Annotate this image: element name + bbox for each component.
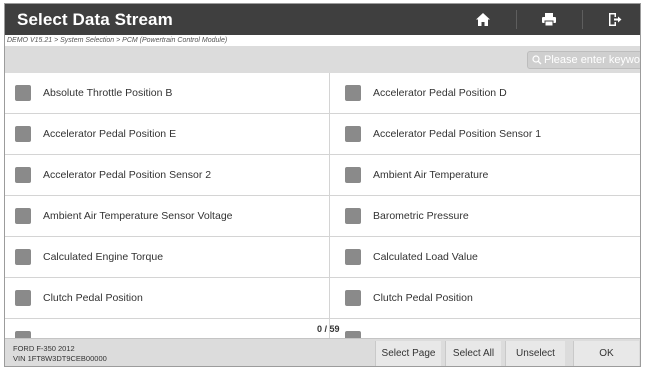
checkbox[interactable] <box>345 331 361 338</box>
checkbox[interactable] <box>15 331 31 338</box>
checkbox[interactable] <box>345 249 361 265</box>
item-label: Ambient Air Temperature Sensor Voltage <box>43 210 233 222</box>
item-label: Accelerator Pedal Position Sensor 2 <box>43 169 212 181</box>
data-stream-list: Absolute Throttle Position B Accelerator… <box>5 73 640 338</box>
bottom-bar: FORD F-350 2012 VIN 1FT8W3DT9CEB00000 Se… <box>5 338 640 366</box>
checkbox[interactable] <box>15 290 31 306</box>
app-window: Select Data Stream DEMO V15.21 > System … <box>4 3 641 367</box>
item-label: Accelerator Pedal Position E <box>43 128 177 140</box>
vehicle-model: FORD F-350 2012 <box>13 344 75 353</box>
list-item[interactable] <box>330 319 640 338</box>
header-divider <box>582 10 583 29</box>
checkbox[interactable] <box>15 167 31 183</box>
breadcrumb: DEMO V15.21 > System Selection > PCM (Po… <box>5 35 640 46</box>
vehicle-vin: VIN 1FT8W3DT9CEB00000 <box>13 354 107 363</box>
list-item[interactable]: Ambient Air Temperature Sensor Voltage <box>5 196 330 237</box>
list-item[interactable]: Clutch Pedal Position <box>330 278 640 319</box>
checkbox[interactable] <box>345 208 361 224</box>
item-label: Accelerator Pedal Position D <box>373 87 507 99</box>
page-title: Select Data Stream <box>17 10 173 29</box>
item-label: Calculated Engine Torque <box>43 251 164 263</box>
print-icon <box>542 13 556 27</box>
list-item[interactable]: Accelerator Pedal Position Sensor 2 <box>5 155 330 196</box>
checkbox[interactable] <box>15 85 31 101</box>
checkbox[interactable] <box>345 290 361 306</box>
home-button[interactable] <box>453 4 513 35</box>
list-item[interactable]: Ambient Air Temperature <box>330 155 640 196</box>
list-item[interactable]: Accelerator Pedal Position E <box>5 114 330 155</box>
item-label: Barometric Pressure <box>373 210 469 222</box>
checkbox[interactable] <box>345 126 361 142</box>
vehicle-info: FORD F-350 2012 VIN 1FT8W3DT9CEB00000 <box>13 344 107 364</box>
search-icon <box>532 55 542 65</box>
unselect-button[interactable]: Unselect <box>505 341 565 366</box>
item-label: Accelerator Pedal Position Sensor 1 <box>373 128 542 140</box>
item-label: Clutch Pedal Position <box>373 292 473 304</box>
print-button[interactable] <box>519 4 579 35</box>
checkbox[interactable] <box>15 208 31 224</box>
search-toolbar: Please enter keyword <box>5 46 640 73</box>
ok-button[interactable]: OK <box>573 341 639 366</box>
exit-icon <box>609 13 622 26</box>
list-item[interactable]: Clutch Pedal Position <box>5 278 330 319</box>
checkbox[interactable] <box>345 167 361 183</box>
search-input[interactable]: Please enter keyword <box>527 51 641 69</box>
list-item[interactable]: Calculated Load Value <box>330 237 640 278</box>
select-page-button[interactable]: Select Page <box>375 341 441 366</box>
list-item[interactable]: Absolute Throttle Position B <box>5 73 330 114</box>
list-item[interactable]: Barometric Pressure <box>330 196 640 237</box>
header-divider <box>516 10 517 29</box>
checkbox[interactable] <box>15 126 31 142</box>
item-label: Clutch Pedal Position <box>43 292 143 304</box>
search-placeholder: Please enter keyword <box>544 54 641 66</box>
home-icon <box>476 13 490 26</box>
item-label: Calculated Load Value <box>373 251 478 263</box>
selection-counter: 0 / 59 <box>317 324 340 334</box>
list-item[interactable] <box>5 319 330 338</box>
item-label: Ambient Air Temperature <box>373 169 489 181</box>
item-label: Absolute Throttle Position B <box>43 87 173 99</box>
checkbox[interactable] <box>345 85 361 101</box>
select-all-button[interactable]: Select All <box>445 341 501 366</box>
list-item[interactable]: Calculated Engine Torque <box>5 237 330 278</box>
list-item[interactable]: Accelerator Pedal Position Sensor 1 <box>330 114 640 155</box>
title-bar: Select Data Stream <box>5 4 640 35</box>
list-item[interactable]: Accelerator Pedal Position D <box>330 73 640 114</box>
exit-button[interactable] <box>585 4 640 35</box>
checkbox[interactable] <box>15 249 31 265</box>
